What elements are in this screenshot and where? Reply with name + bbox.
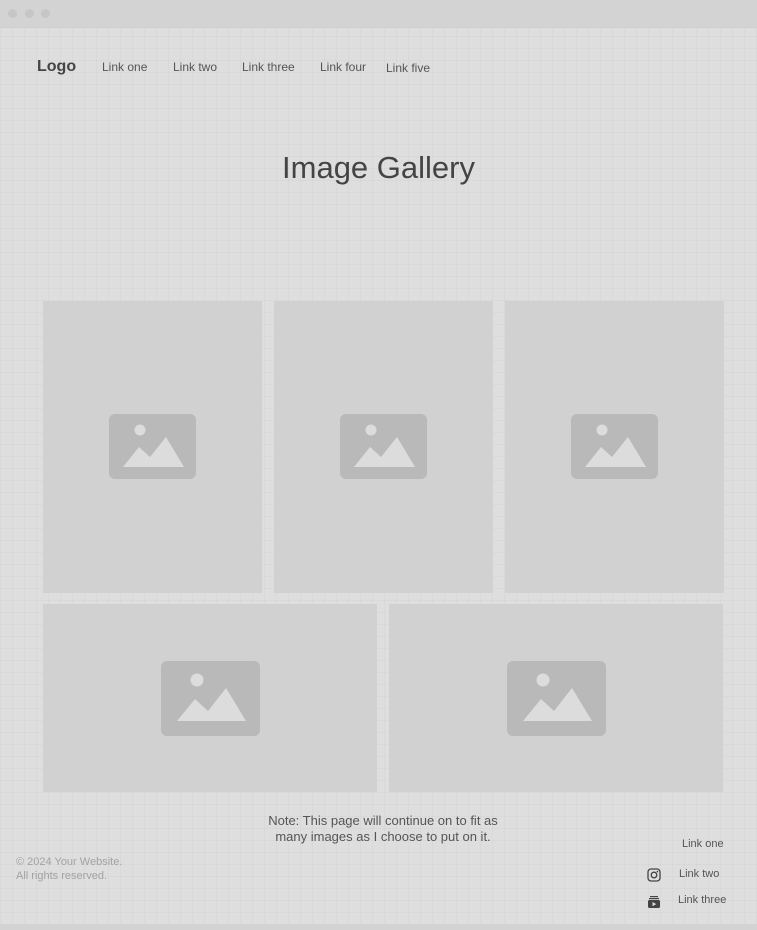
nav-link-three[interactable]: Link three <box>242 60 295 74</box>
footer-link-two[interactable]: Link two <box>679 868 719 880</box>
gallery-image-5[interactable] <box>389 604 723 792</box>
gallery-image-2[interactable] <box>274 301 493 593</box>
note-line-1: Note: This page will continue on to fit … <box>268 813 498 828</box>
instagram-icon[interactable] <box>647 868 661 882</box>
footer-link-three[interactable]: Link three <box>678 894 726 906</box>
copyright-line-2: All rights reserved. <box>16 870 108 882</box>
copyright: © 2024 Your Website. All rights reserved… <box>16 855 122 883</box>
page-note: Note: This page will continue on to fit … <box>230 813 536 845</box>
page-title: Image Gallery <box>282 150 475 185</box>
image-placeholder-icon <box>109 414 196 479</box>
nav-link-one[interactable]: Link one <box>102 60 147 74</box>
copyright-line-1: © 2024 Your Website. <box>16 856 123 868</box>
gallery-image-3[interactable] <box>505 301 724 593</box>
nav-link-five[interactable]: Link five <box>386 61 430 75</box>
nav-link-four[interactable]: Link four <box>320 60 366 74</box>
gallery-image-1[interactable] <box>43 301 262 593</box>
note-line-2: many images as I choose to put on it. <box>275 829 491 844</box>
top-nav: Logo Link one Link two Link three Link f… <box>0 0 757 100</box>
gallery-image-4[interactable] <box>43 604 377 792</box>
image-placeholder-icon <box>507 661 606 736</box>
nav-link-two[interactable]: Link two <box>173 60 217 74</box>
logo[interactable]: Logo <box>37 58 76 76</box>
footer-link-one[interactable]: Link one <box>682 838 724 850</box>
youtube-icon[interactable] <box>647 895 661 909</box>
image-placeholder-icon <box>161 661 260 736</box>
image-placeholder-icon <box>571 414 658 479</box>
image-placeholder-icon <box>340 414 427 479</box>
bottom-edge <box>0 924 757 930</box>
